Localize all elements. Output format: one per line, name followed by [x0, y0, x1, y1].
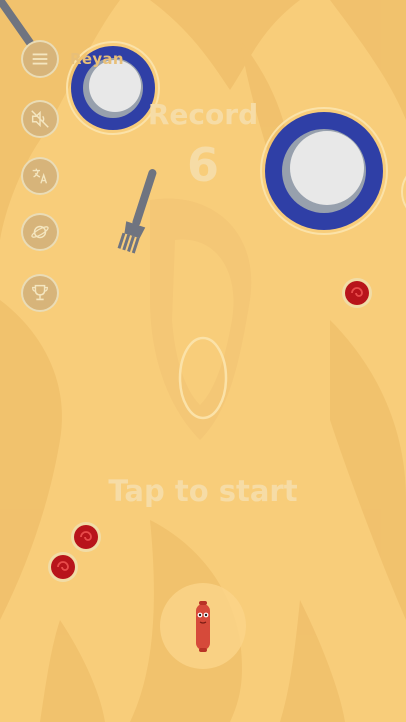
player-name: Reyan [70, 50, 124, 68]
hamburger-icon [32, 53, 48, 65]
sausage-player[interactable] [160, 583, 246, 669]
tap-to-start-prompt[interactable]: Tap to start [0, 474, 406, 508]
ketchup-blob [48, 552, 78, 582]
trophy-icon [32, 284, 48, 301]
leaderboard-button[interactable] [23, 276, 57, 310]
record-label: Record [147, 98, 259, 131]
menu-button[interactable] [23, 42, 57, 76]
worlds-button[interactable] [23, 215, 57, 249]
planet-icon [31, 225, 49, 239]
ketchup-blob [71, 522, 101, 552]
record-value: 6 [186, 138, 219, 192]
ketchup-blob [342, 278, 372, 308]
